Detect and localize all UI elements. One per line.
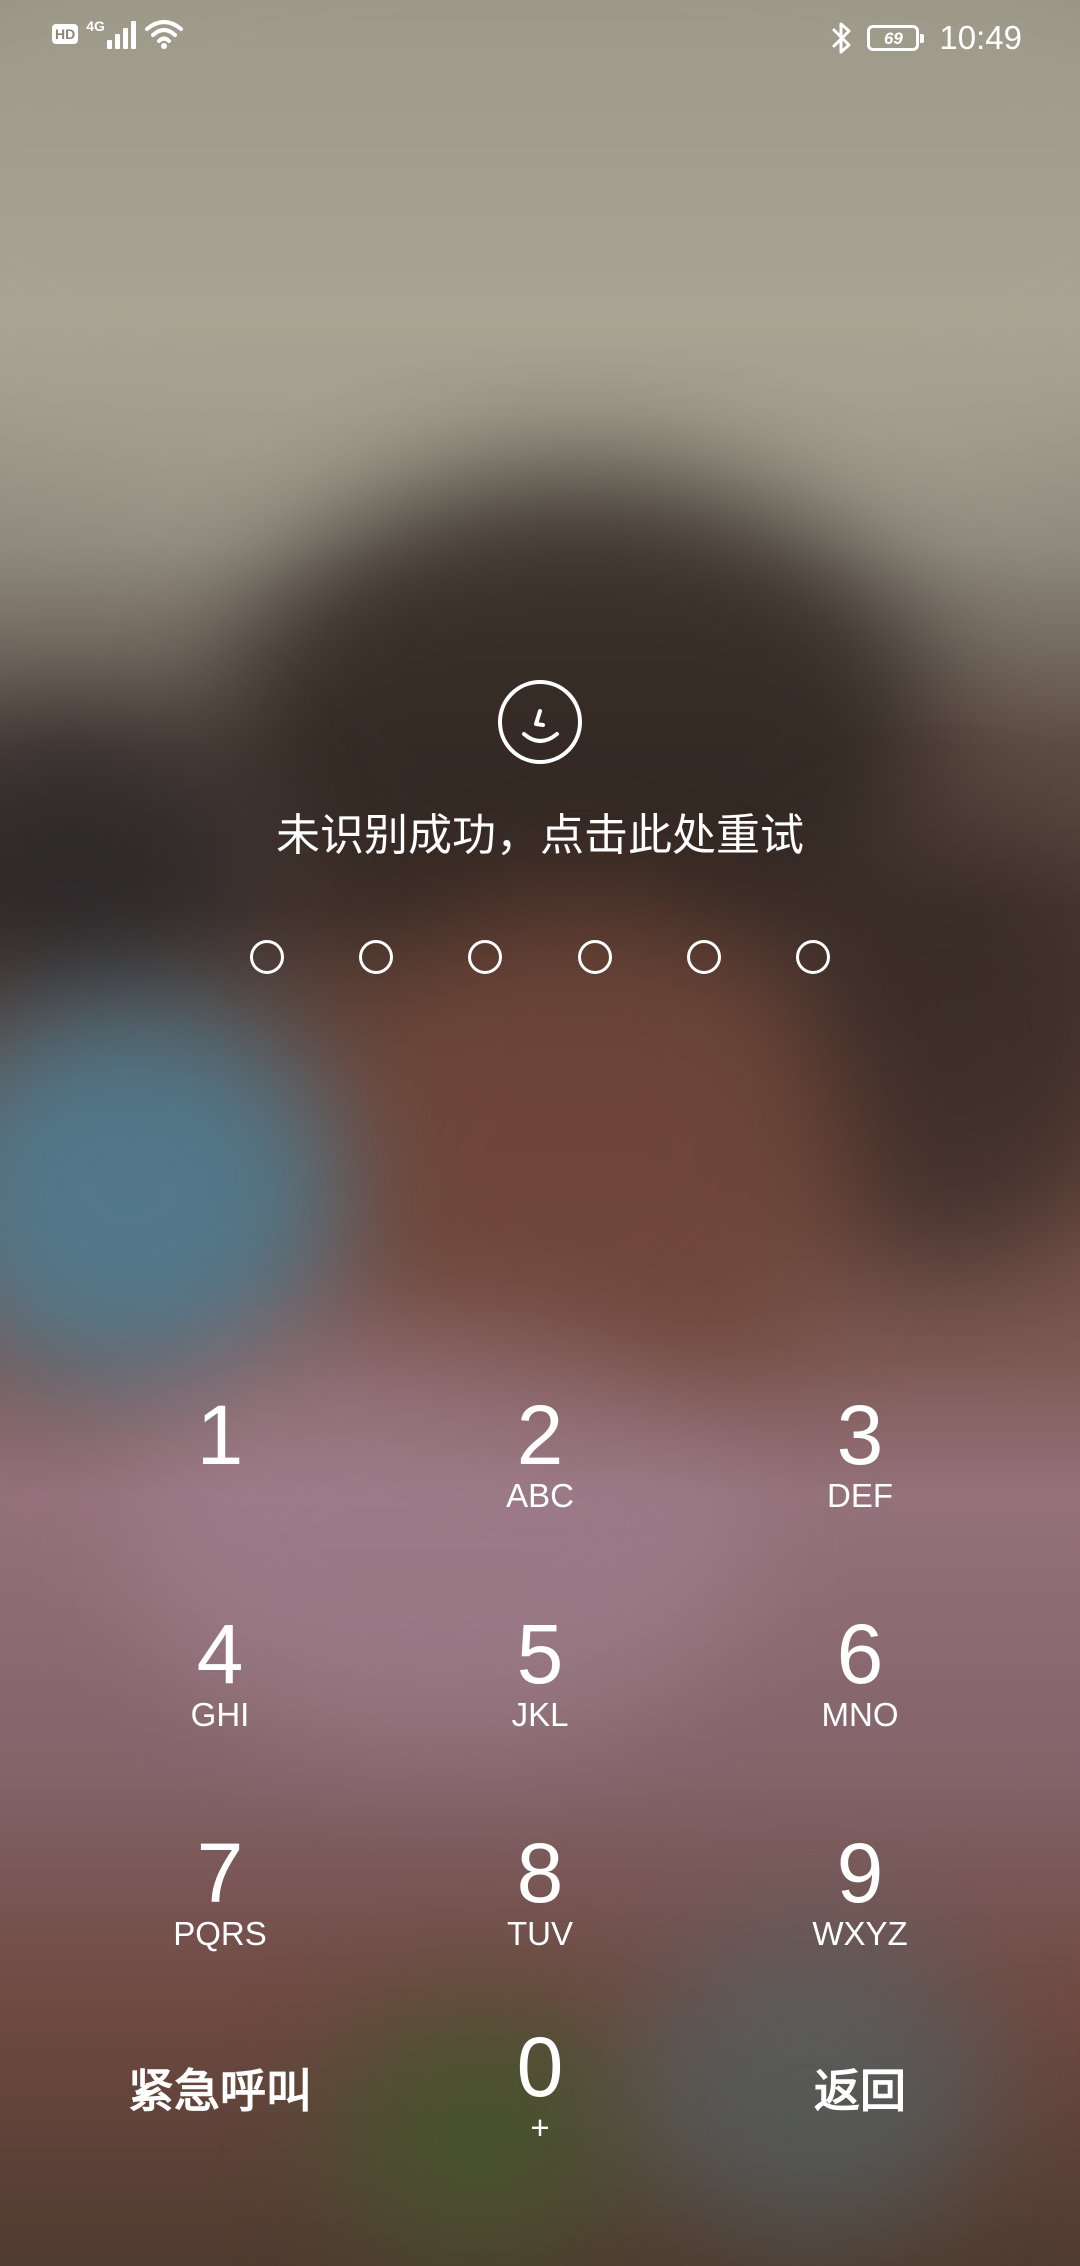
key-letters: GHI xyxy=(190,1696,250,1733)
network-type-label: 4G xyxy=(86,18,105,34)
wallpaper-blob xyxy=(0,1000,340,1380)
key-letters: JKL xyxy=(511,1696,569,1733)
pin-dot xyxy=(686,940,721,974)
pin-dot xyxy=(468,940,503,974)
smiley-face-icon[interactable] xyxy=(496,678,584,766)
hd-icon: HD xyxy=(52,24,79,44)
key-4[interactable]: 4 GHI xyxy=(90,1609,350,1799)
key-digit: 3 xyxy=(836,1388,884,1482)
key-digit: 7 xyxy=(196,1826,244,1920)
key-letters: ABC xyxy=(506,1477,574,1514)
key-letters: DEF xyxy=(827,1477,893,1514)
key-8[interactable]: 8 TUV xyxy=(410,1828,670,2018)
emergency-call-button[interactable]: 紧急呼叫 xyxy=(90,2022,350,2212)
back-label: 返回 xyxy=(814,2064,906,2118)
key-digit: 1 xyxy=(196,1388,244,1482)
key-letters: MNO xyxy=(821,1696,899,1733)
pin-dot xyxy=(795,940,830,974)
key-1[interactable]: 1 xyxy=(90,1390,350,1580)
wifi-icon xyxy=(144,20,183,49)
pin-dot xyxy=(577,940,612,974)
pin-dot xyxy=(359,940,394,974)
battery-level: 69 xyxy=(883,28,903,48)
key-3[interactable]: 3 DEF xyxy=(730,1390,990,1580)
back-button[interactable]: 返回 xyxy=(730,2022,990,2212)
key-digit: 0 xyxy=(516,2020,564,2114)
key-digit: 9 xyxy=(836,1826,884,1920)
clock: 10:49 xyxy=(939,19,1022,56)
key-digit: 4 xyxy=(196,1607,244,1701)
key-2[interactable]: 2 ABC xyxy=(410,1390,670,1580)
key-0[interactable]: 0 + xyxy=(410,2022,670,2212)
key-9[interactable]: 9 WXYZ xyxy=(730,1828,990,2018)
key-letters: WXYZ xyxy=(812,1915,908,1952)
status-bar-left: HD 4G xyxy=(52,18,184,50)
battery-icon: 69 xyxy=(867,25,925,51)
face-unlock-retry-message[interactable]: 未识别成功，点击此处重试 xyxy=(0,806,1080,866)
key-digit: 8 xyxy=(516,1826,564,1920)
key-letters: PQRS xyxy=(173,1915,267,1952)
status-bar-right: 69 10:49 xyxy=(831,14,1022,62)
emergency-call-label: 紧急呼叫 xyxy=(128,2064,312,2118)
key-5[interactable]: 5 JKL xyxy=(410,1609,670,1799)
status-bar: HD 4G 69 10:49 xyxy=(0,0,1080,76)
key-7[interactable]: 7 PQRS xyxy=(90,1828,350,2018)
key-6[interactable]: 6 MNO xyxy=(730,1609,990,1799)
signal-icon xyxy=(106,19,136,49)
wallpaper-blob xyxy=(0,0,1080,550)
key-digit: 2 xyxy=(516,1388,564,1482)
pin-dot xyxy=(250,940,284,974)
pin-indicator xyxy=(250,940,830,974)
key-letters: + xyxy=(530,2109,550,2146)
bluetooth-icon xyxy=(832,22,851,54)
key-letters: TUV xyxy=(507,1915,573,1952)
key-digit: 6 xyxy=(836,1607,884,1701)
key-digit: 5 xyxy=(516,1607,564,1701)
